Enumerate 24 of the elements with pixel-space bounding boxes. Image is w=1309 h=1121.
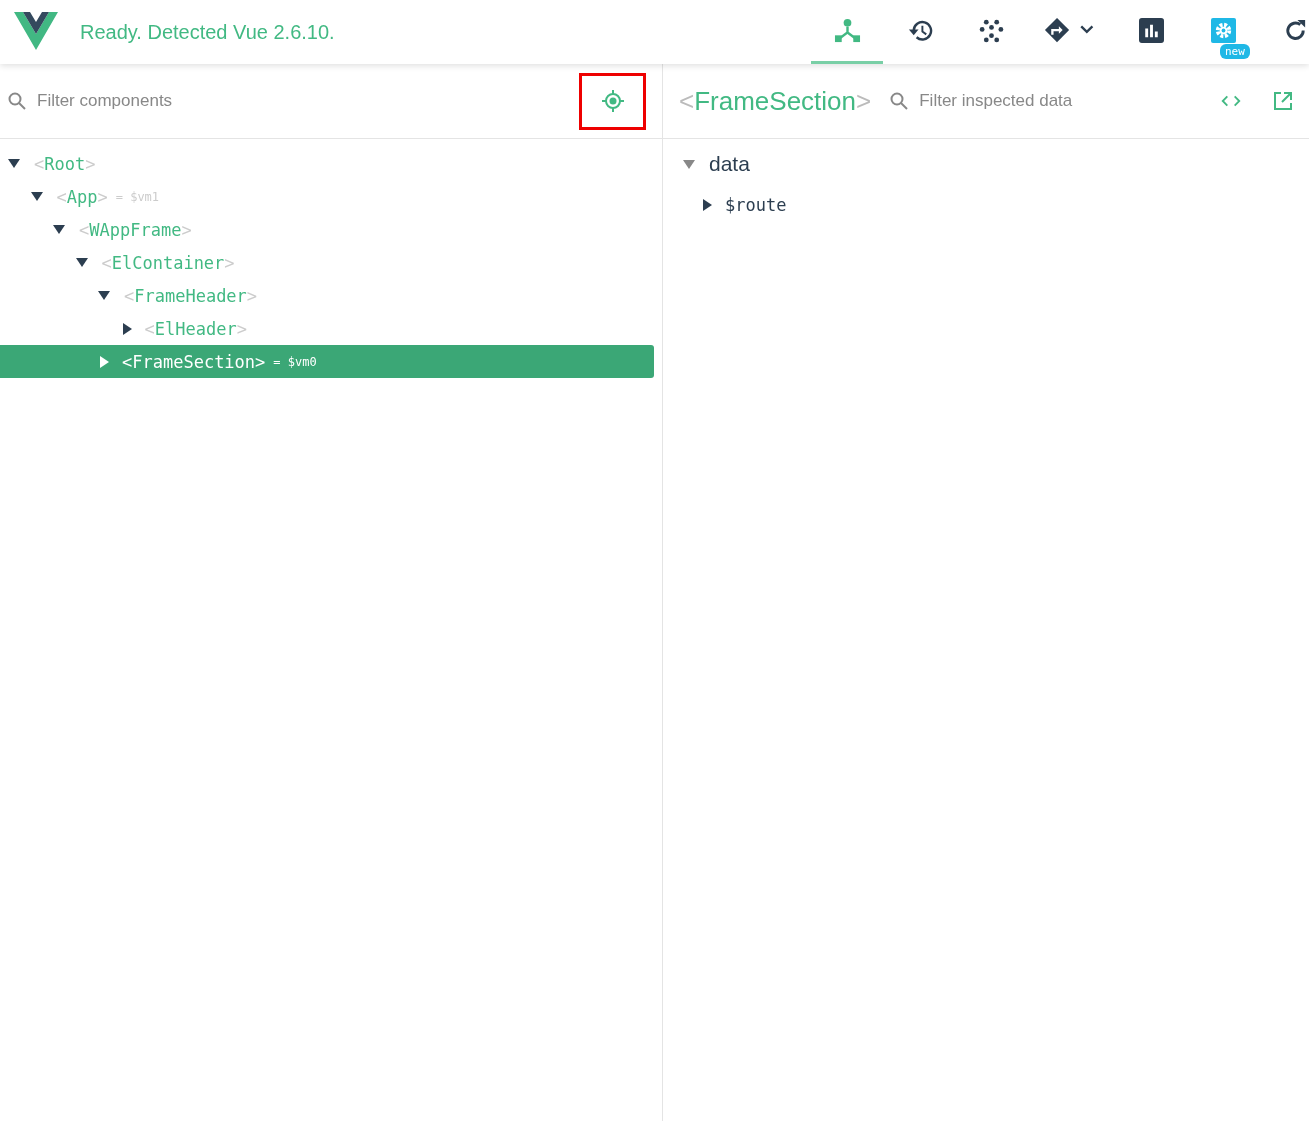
new-badge: new: [1220, 44, 1250, 59]
section-name: data: [709, 152, 750, 176]
inspected-component-title: <FrameSection>: [679, 85, 872, 117]
component-name: <FrameHeader>: [124, 285, 258, 306]
status-text: Ready. Detected Vue 2.6.10.: [80, 20, 336, 44]
component-name: <WAppFrame>: [79, 219, 192, 240]
filter-components-field[interactable]: Filter components: [37, 87, 579, 115]
vm-ref: = $vm0: [273, 354, 317, 369]
tree-node[interactable]: <FrameHeader>: [0, 279, 654, 312]
tree-node[interactable]: <ElHeader>: [0, 312, 654, 345]
data-row[interactable]: $route: [663, 189, 1309, 221]
component-name: <ElHeader>: [144, 318, 247, 339]
component-name: <Root>: [34, 153, 96, 174]
filter-data-field[interactable]: Filter inspected data: [919, 87, 1205, 115]
tree-node[interactable]: <WAppFrame>: [0, 213, 654, 246]
settings-tab[interactable]: new: [1187, 0, 1259, 64]
component-name: <FrameSection>: [122, 351, 266, 372]
component-name: <App>: [56, 186, 108, 207]
component-name: <ElContainer>: [101, 252, 235, 273]
section-header[interactable]: data: [663, 139, 1309, 189]
data-key: $route: [725, 195, 787, 215]
tree-node[interactable]: <Root>: [0, 147, 654, 180]
tree-node[interactable]: <FrameSection> = $vm0: [0, 345, 654, 378]
tree-node[interactable]: <ElContainer>: [0, 246, 654, 279]
